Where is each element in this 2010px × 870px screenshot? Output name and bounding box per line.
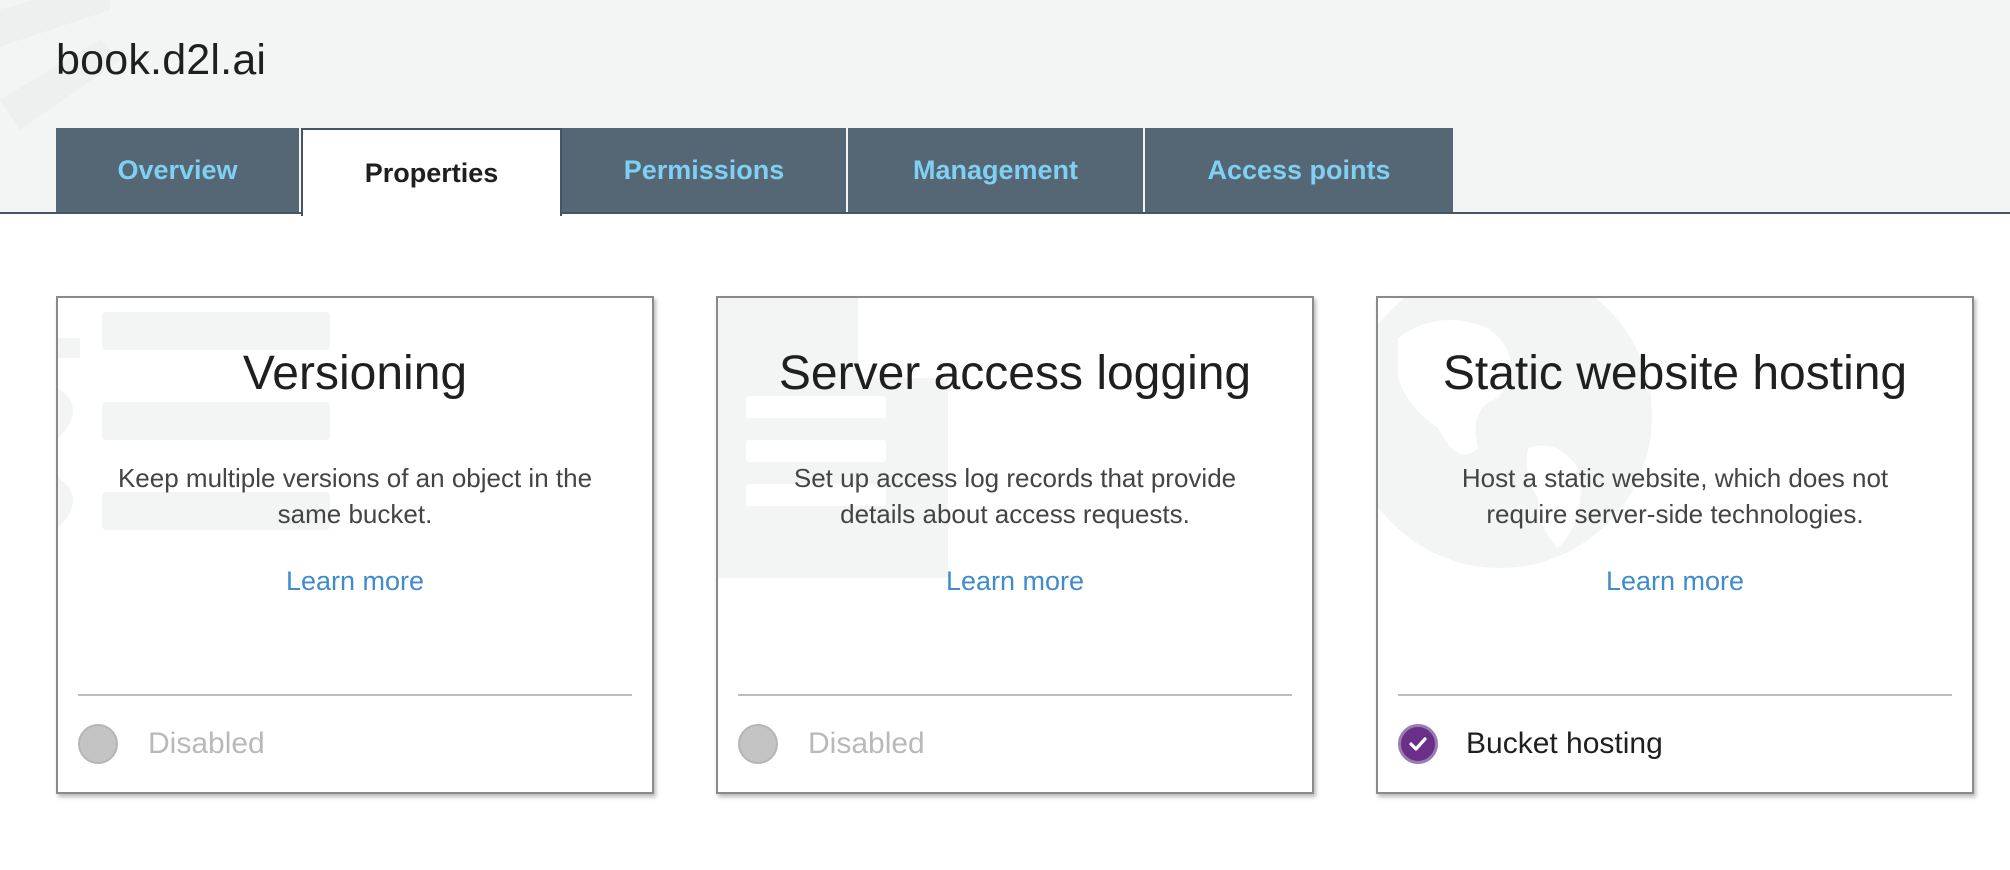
card-title: Static website hosting xyxy=(1442,347,1908,400)
status-toggle[interactable]: Bucket hosting xyxy=(1398,722,1663,766)
static-website-hosting-card[interactable]: Static website hosting Host a static web… xyxy=(1376,296,1974,794)
learn-more-text[interactable]: Learn more xyxy=(1606,566,1744,596)
card-title: Server access logging xyxy=(778,347,1252,400)
server-access-logging-card[interactable]: Server access logging Set up access log … xyxy=(716,296,1314,794)
card-title: Versioning xyxy=(242,347,468,400)
status-label: Disabled xyxy=(808,727,925,760)
check-circle-icon xyxy=(1398,724,1438,764)
status-toggle[interactable]: Disabled xyxy=(738,722,925,766)
card-description: Keep multiple versions of an object in t… xyxy=(117,463,593,529)
card-description: Set up access log records that provide d… xyxy=(793,463,1237,529)
versioning-card[interactable]: Versioning Keep multiple versions of an … xyxy=(56,296,654,794)
card-divider xyxy=(1398,694,1952,696)
tab-overview[interactable]: Overview xyxy=(56,128,301,212)
empty-circle-icon xyxy=(78,724,118,764)
card-divider xyxy=(738,694,1292,696)
learn-more-link: Learn more xyxy=(1378,566,1972,597)
bucket-name: book.d2l.ai xyxy=(56,36,267,84)
card-divider xyxy=(78,694,632,696)
tab-access-points[interactable]: Access points xyxy=(1145,128,1453,212)
status-toggle[interactable]: Disabled xyxy=(78,722,265,766)
learn-more-text[interactable]: Learn more xyxy=(286,566,424,596)
tab-properties[interactable]: Properties xyxy=(301,128,562,216)
tab-management[interactable]: Management xyxy=(848,128,1145,212)
status-label: Bucket hosting xyxy=(1466,727,1663,760)
status-label: Disabled xyxy=(148,727,265,760)
bucket-tabs: Overview Properties Permissions Manageme… xyxy=(56,128,1453,216)
tab-permissions[interactable]: Permissions xyxy=(562,128,848,212)
card-description: Host a static website, which does not re… xyxy=(1461,463,1889,529)
learn-more-link: Learn more xyxy=(58,566,652,597)
learn-more-text[interactable]: Learn more xyxy=(946,566,1084,596)
empty-circle-icon xyxy=(738,724,778,764)
checkmark-icon xyxy=(1409,737,1427,751)
learn-more-link: Learn more xyxy=(718,566,1312,597)
